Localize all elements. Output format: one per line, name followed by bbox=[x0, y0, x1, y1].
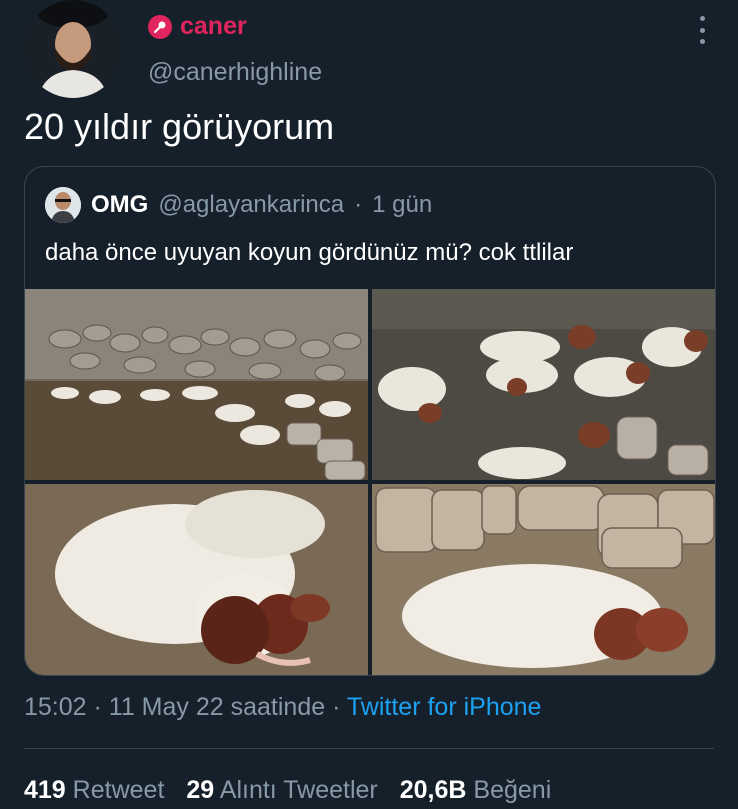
divider bbox=[24, 748, 714, 749]
separator-dot: · bbox=[332, 693, 341, 721]
author-avatar[interactable] bbox=[24, 0, 122, 98]
tweet-stats: 419 Retweet 29 Alıntı Tweetler 20,6B Beğ… bbox=[24, 776, 551, 805]
quoted-author-avatar[interactable] bbox=[45, 187, 81, 223]
tweet-text: 20 yıldır görüyorum bbox=[24, 106, 335, 147]
quoted-author-handle[interactable]: @aglayankarinca bbox=[158, 191, 344, 219]
retweet-count: 419 bbox=[24, 776, 66, 804]
photo-sheep-closeup[interactable] bbox=[25, 484, 368, 675]
tweet-source-link[interactable]: Twitter for iPhone bbox=[347, 693, 542, 721]
quoted-timestamp[interactable]: 1 gün bbox=[372, 191, 432, 219]
tweet-timestamp[interactable]: 15:02 · 11 May 22 saatinde bbox=[24, 693, 325, 721]
retweet-label: Retweet bbox=[72, 776, 165, 804]
tweet-meta: 15:02 · 11 May 22 saatinde · Twitter for… bbox=[24, 693, 541, 722]
likes-label: Beğeni bbox=[473, 776, 552, 804]
author-display-name[interactable]: caner bbox=[180, 12, 247, 41]
quote-tweets-count: 29 bbox=[186, 776, 215, 804]
author-handle[interactable]: @canerhighline bbox=[148, 58, 322, 87]
quoted-tweet-text: daha önce uyuyan koyun gördünüz mü? cok … bbox=[45, 239, 574, 266]
author-name-row[interactable]: caner bbox=[148, 12, 247, 41]
quote-tweets-stat[interactable]: 29 Alıntı Tweetler bbox=[186, 776, 377, 805]
quoted-author-name[interactable]: OMG bbox=[91, 191, 148, 219]
more-options-icon[interactable] bbox=[690, 16, 714, 44]
quoted-tweet-card[interactable]: OMG @aglayankarinca · 1 gün daha önce uy… bbox=[24, 166, 716, 676]
likes-stat[interactable]: 20,6B Beğeni bbox=[400, 776, 552, 805]
photo-sheep-yard[interactable] bbox=[25, 289, 368, 480]
photo-sheep-by-wall[interactable] bbox=[372, 484, 715, 675]
photo-sheep-group[interactable] bbox=[372, 289, 715, 480]
quoted-tweet-header: OMG @aglayankarinca · 1 gün bbox=[45, 187, 432, 223]
microphone-icon bbox=[148, 14, 172, 39]
separator-dot: · bbox=[354, 191, 363, 218]
likes-count: 20,6B bbox=[399, 776, 467, 804]
quote-tweets-label: Alıntı Tweetler bbox=[219, 776, 378, 804]
retweet-stat[interactable]: 419 Retweet bbox=[24, 776, 164, 805]
photo-grid bbox=[25, 289, 715, 675]
